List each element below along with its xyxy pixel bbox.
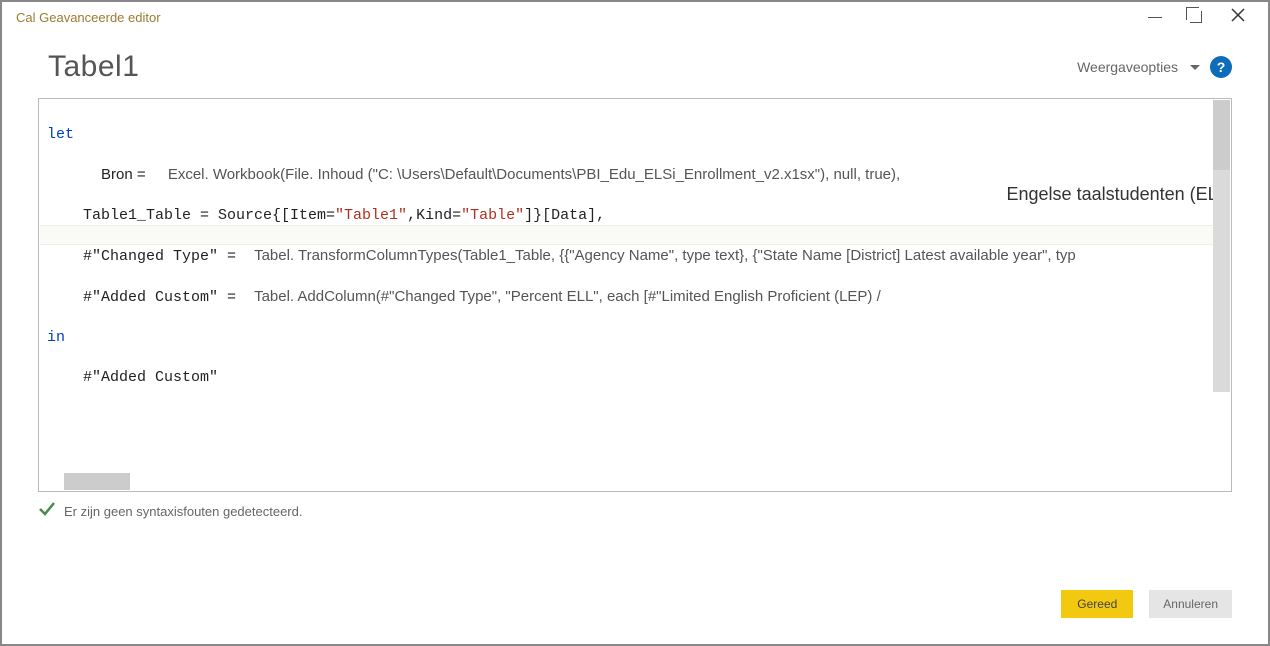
editor-content[interactable]: let Bron = Excel. Workbook(File. Inhoud … xyxy=(39,99,1231,428)
display-options-dropdown[interactable]: Weergaveopties xyxy=(1077,59,1200,75)
line5-pre: #"Added Custom" = xyxy=(47,289,245,306)
keyword-let: let xyxy=(47,126,74,143)
check-icon xyxy=(38,500,56,523)
minimize-icon[interactable] xyxy=(1148,17,1162,18)
window-controls xyxy=(1148,7,1268,28)
maximize-icon[interactable] xyxy=(1190,11,1202,23)
window-titlebar: Cal Geavanceerde editor xyxy=(2,2,1268,32)
cancel-button[interactable]: Annuleren xyxy=(1149,590,1232,618)
scrollbar-track-fill xyxy=(1213,170,1230,392)
line7: #"Added Custom" xyxy=(47,369,218,386)
header-right: Weergaveopties ? xyxy=(1077,56,1232,78)
help-icon[interactable]: ? xyxy=(1210,56,1232,78)
horizontal-scrollbar[interactable] xyxy=(40,473,1230,490)
close-icon[interactable] xyxy=(1230,7,1246,28)
keyword-in: in xyxy=(47,329,65,346)
line3-mid: ,Kind= xyxy=(407,207,461,224)
status-text: Er zijn geen syntaxisfouten gedetecteerd… xyxy=(64,504,302,519)
scrollbar-thumb[interactable] xyxy=(64,473,130,490)
source-label: Bron = xyxy=(101,166,150,183)
code-editor[interactable]: let Bron = Excel. Workbook(File. Inhoud … xyxy=(38,98,1232,492)
line4-pre: #"Changed Type" = xyxy=(47,248,245,265)
page-title: Tabel1 xyxy=(48,50,139,84)
line3-str2: "Table" xyxy=(461,207,524,224)
display-options-label: Weergaveopties xyxy=(1077,59,1178,75)
line5-call: Tabel. AddColumn(#"Changed Type", "Perce… xyxy=(254,288,881,305)
window-title: Cal Geavanceerde editor xyxy=(16,10,161,25)
done-button[interactable]: Gereed xyxy=(1061,590,1133,618)
line3-str1: "Table1" xyxy=(335,207,407,224)
line3-pre: Table1_Table = Source{[Item= xyxy=(47,207,335,224)
chevron-down-icon xyxy=(1190,65,1200,70)
overlay-hint-text: Engelse taalstudenten (EL : xyxy=(1007,184,1227,205)
line3-post: ]}[Data], xyxy=(524,207,605,224)
source-call: Excel. Workbook(File. Inhoud ("C: \Users… xyxy=(168,166,900,183)
footer-buttons: Gereed Annuleren xyxy=(1061,590,1232,618)
header: Tabel1 Weergaveopties ? xyxy=(2,32,1268,98)
line4-call: Tabel. TransformColumnTypes(Table1_Table… xyxy=(254,247,1076,264)
status-bar: Er zijn geen syntaxisfouten gedetecteerd… xyxy=(2,492,1268,523)
